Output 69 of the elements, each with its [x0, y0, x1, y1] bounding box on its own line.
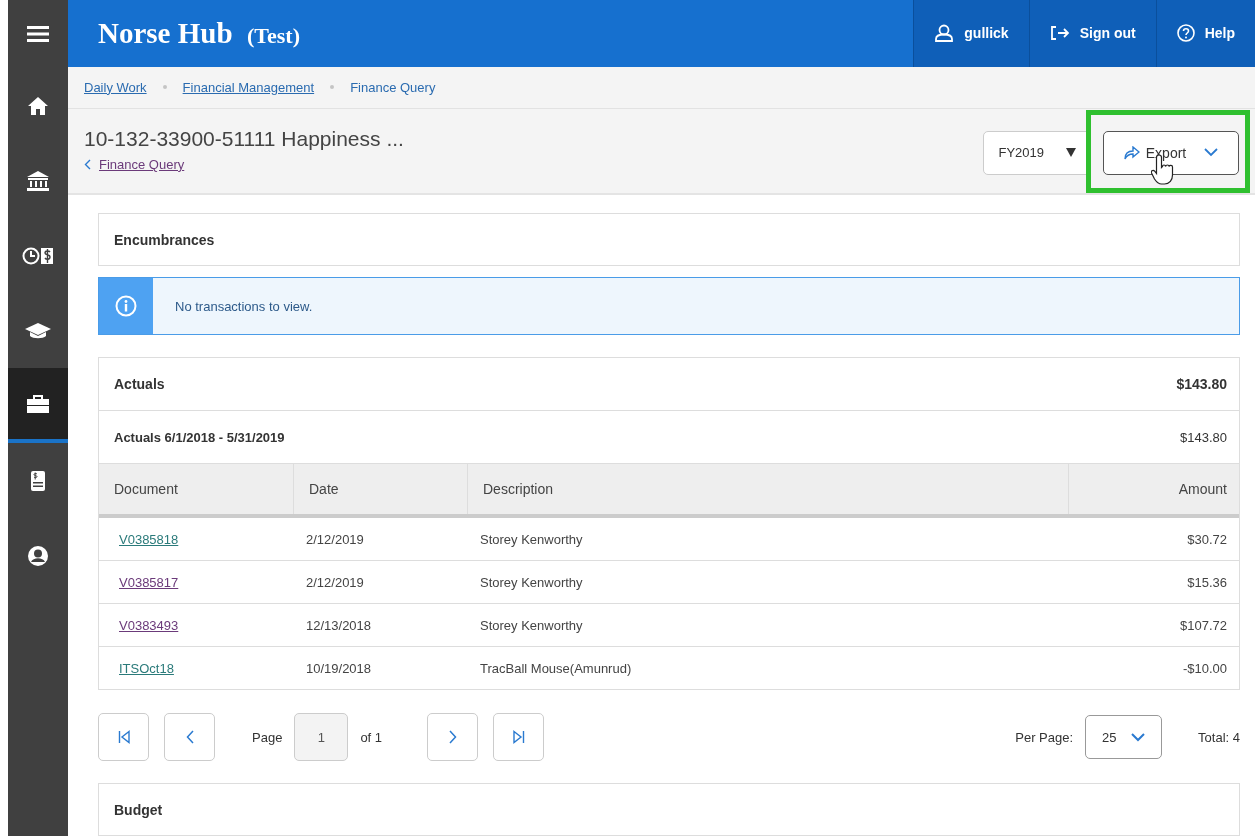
column-header: Document: [99, 464, 294, 514]
header-link[interactable]: Help: [1155, 0, 1255, 67]
alert-message: No transactions to view.: [174, 298, 313, 314]
header-link[interactable]: Sign out: [1028, 0, 1156, 67]
table-cell-text: TracBall Mouse(Amunrud): [479, 659, 633, 678]
table-cell-text: 10/19/2018: [305, 659, 373, 678]
document-link[interactable]: V0385818: [111, 531, 179, 547]
total-count: Total: 4: [1198, 729, 1240, 745]
table-cell-text: 2/12/2019: [305, 530, 365, 549]
sidebar-item[interactable]: [8, 368, 68, 443]
page-title: 10-132-33900-51111 Happiness ...: [84, 126, 404, 151]
menu-icon: [27, 25, 49, 43]
section-title: Actuals: [114, 376, 165, 392]
page-label: Page: [252, 729, 283, 745]
app-title: Norse Hub (Test): [97, 16, 300, 50]
breadcrumb-link[interactable]: Financial Management: [182, 79, 315, 95]
chevron-left-icon: [185, 730, 194, 744]
first-page-icon: [117, 730, 130, 744]
table-cell-text: Storey Kenworthy: [479, 530, 584, 549]
briefcase-icon: [26, 393, 50, 414]
chevron-left-icon: [84, 158, 91, 170]
chevron-down-icon: [1130, 732, 1145, 742]
back-link[interactable]: Finance Query: [84, 156, 185, 172]
user-icon: [27, 544, 49, 567]
section-total: $143.80: [1176, 376, 1227, 392]
document-link[interactable]: V0385817: [111, 574, 179, 590]
bank-icon: [26, 169, 50, 192]
receipt-icon: [30, 469, 46, 492]
page-count: of 1: [360, 729, 383, 745]
chevron-down-icon: [1204, 148, 1219, 158]
chevron-right-icon: [448, 730, 457, 744]
breadcrumb-separator: [330, 85, 335, 90]
last-page-icon: [512, 730, 525, 744]
column-header: Amount: [1177, 480, 1228, 499]
document-link[interactable]: V0383493: [111, 617, 179, 633]
last-page-button[interactable]: [493, 713, 545, 761]
first-page-button[interactable]: [98, 713, 149, 761]
column-header: Date: [294, 464, 468, 514]
sign-out-icon: [1049, 25, 1070, 42]
table-cell-text: 12/13/2018: [305, 616, 373, 635]
export-button[interactable]: Export: [1103, 130, 1239, 175]
section-title: Encumbrances: [114, 231, 215, 248]
breadcrumb-link[interactable]: Finance Query: [350, 79, 436, 95]
help-icon: [1176, 24, 1195, 43]
clock-dollar-icon: [22, 246, 54, 265]
table-cell-text: $15.36: [1186, 573, 1228, 592]
table-cell-text: Storey Kenworthy: [479, 573, 584, 592]
period-title: Actuals 6/1/2018 - 5/31/2019: [114, 429, 285, 445]
per-page-dropdown[interactable]: 25: [1085, 715, 1163, 759]
breadcrumb-link[interactable]: Daily Work: [84, 79, 147, 95]
home-icon: [27, 95, 49, 116]
page-field[interactable]: 1: [294, 713, 349, 761]
breadcrumb-separator: [162, 85, 167, 90]
column-header: Description: [468, 464, 1069, 514]
document-link[interactable]: ITSOct18: [111, 660, 174, 676]
table-cell-text: 2/12/2019: [305, 573, 365, 592]
header-link[interactable]: gullick: [913, 0, 1029, 67]
period-total: $143.80: [1180, 429, 1227, 445]
table-cell-text: $30.72: [1186, 530, 1228, 549]
per-page-label: Per Page:: [1015, 729, 1074, 745]
section-title: Budget: [114, 801, 163, 818]
table-cell-text: Storey Kenworthy: [479, 616, 584, 635]
share-icon: [1123, 145, 1140, 160]
graduation-cap-icon: [24, 321, 52, 340]
user-icon: [934, 24, 955, 43]
info-icon: [115, 295, 137, 317]
table-cell-text: $107.72: [1179, 616, 1228, 635]
table-cell-text: -$10.00: [1181, 659, 1228, 678]
dropdown-arrow-icon: [1066, 148, 1076, 158]
